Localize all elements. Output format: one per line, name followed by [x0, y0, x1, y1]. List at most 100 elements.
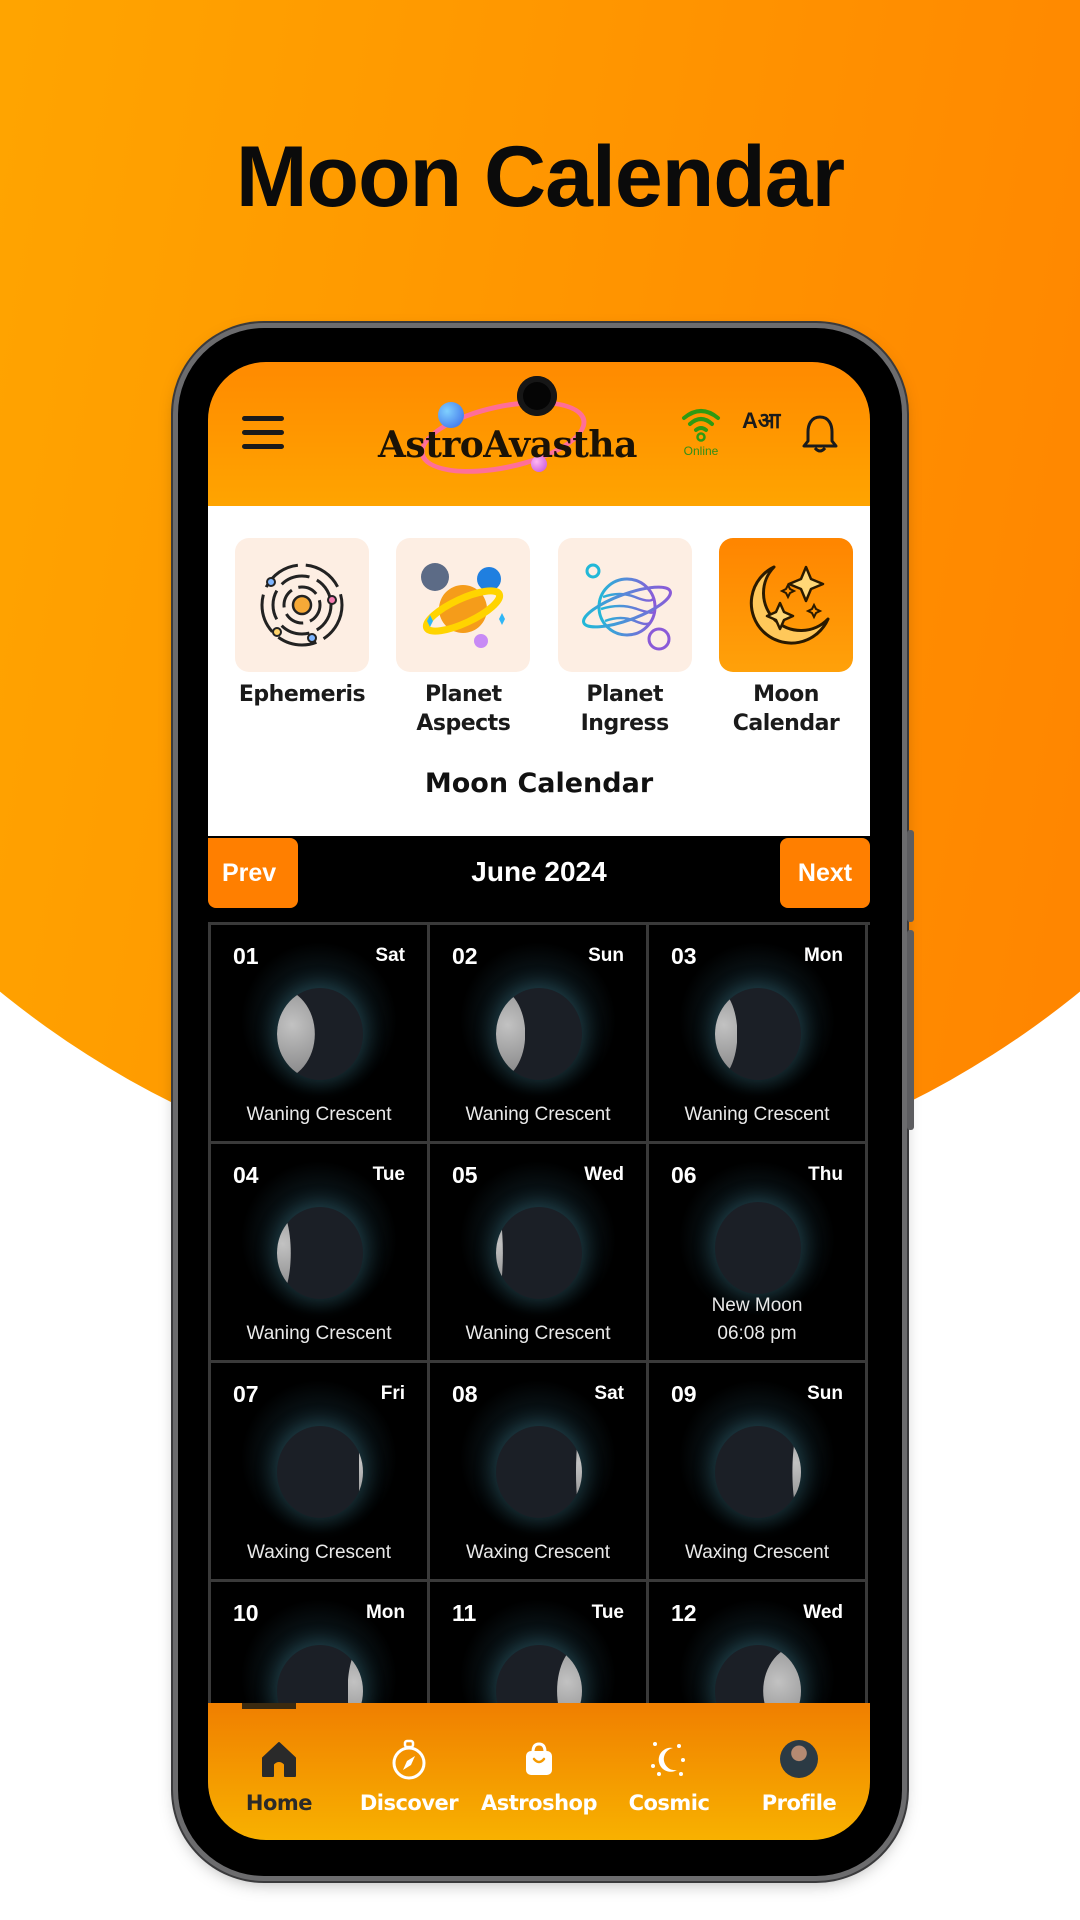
moon-lit-portion: [792, 1426, 801, 1518]
moon-lit-portion: [277, 988, 315, 1080]
moon-phase-label: Waning Crescent: [430, 1101, 646, 1129]
bell-icon: [802, 415, 838, 453]
moon-phase-icon: [496, 988, 582, 1080]
tab-home[interactable]: Home: [216, 1703, 342, 1815]
day-date: 07: [233, 1381, 259, 1407]
moon-lit-portion: [575, 1426, 582, 1518]
day-cell[interactable]: 05 Wed Waning Crescent: [430, 1144, 649, 1363]
category-tile: [396, 538, 531, 672]
tab-cosmic[interactable]: Cosmic: [606, 1703, 732, 1815]
day-weekday: Tue: [591, 1602, 624, 1623]
active-tab-indicator: [242, 1703, 296, 1709]
moon-phase-label: Waning Crescent: [211, 1320, 427, 1348]
tab-profile[interactable]: Profile: [736, 1703, 862, 1815]
solar-system-icon: [260, 563, 344, 647]
moon-lit-portion: [496, 1207, 503, 1299]
volume-button: [907, 830, 914, 922]
phase-name: Waning Crescent: [684, 1104, 830, 1125]
tab-discover[interactable]: Discover: [346, 1703, 472, 1815]
moon-phase-icon: [715, 1202, 801, 1294]
phase-name: New Moon: [711, 1295, 803, 1316]
day-cell[interactable]: 06 Thu New Moon 06:08 pm: [649, 1144, 868, 1363]
tab-label: Cosmic: [628, 1791, 710, 1815]
day-date: 10: [233, 1600, 259, 1626]
moon-phase-icon: [715, 1426, 801, 1518]
day-date: 06: [671, 1162, 697, 1188]
next-month-button[interactable]: Next: [780, 838, 870, 908]
tab-astroshop[interactable]: Astroshop: [476, 1703, 602, 1815]
day-date: 03: [671, 943, 697, 969]
moon-lit-portion: [358, 1426, 363, 1518]
menu-icon-bar: [242, 416, 284, 421]
category-section: Ephemeris Planet Aspects Planet Ingress …: [208, 506, 870, 836]
menu-icon-bar: [242, 444, 284, 449]
notification-button[interactable]: [798, 412, 842, 456]
phase-name: Waxing Crescent: [685, 1542, 829, 1563]
moon-phase-label: Waxing Crescent: [430, 1539, 646, 1567]
category-tile: [557, 538, 692, 672]
day-weekday: Wed: [803, 1602, 843, 1623]
app-header: AstroAvastha Online Aआ: [208, 362, 870, 506]
shopping-bag-icon: [526, 1742, 552, 1775]
moon-phase-label: Waning Crescent: [649, 1101, 865, 1129]
moon-calendar-grid: 01 Sat Waning Crescent 02 Sun Waning Crescent…: [208, 922, 870, 1801]
tab-label: Home: [245, 1791, 313, 1815]
day-cell[interactable]: 07 Fri Waxing Crescent: [211, 1363, 430, 1582]
day-weekday: Sun: [807, 1383, 843, 1404]
moon-phase-icon: [496, 1207, 582, 1299]
avatar-icon: [780, 1740, 818, 1778]
category-label: Moon Calendar: [732, 682, 840, 736]
front-camera: [517, 376, 557, 416]
moon-phase-icon: [277, 1426, 363, 1518]
phase-time: 06:08 pm: [717, 1323, 797, 1344]
moon-phase-label: Waning Crescent: [211, 1101, 427, 1129]
phase-name: Waning Crescent: [246, 1104, 392, 1125]
day-date: 12: [671, 1600, 697, 1626]
category-label: Planet Aspects: [416, 682, 511, 736]
day-cell[interactable]: 03 Mon Waning Crescent: [649, 925, 868, 1144]
day-date: 09: [671, 1381, 697, 1407]
phase-name: Waxing Crescent: [466, 1542, 610, 1563]
day-cell[interactable]: 02 Sun Waning Crescent: [430, 925, 649, 1144]
crescent-moon-stars-icon: [749, 565, 830, 645]
app-screen: AstroAvastha Online Aआ Ephemeris Planet …: [208, 362, 870, 1840]
phone-frame: AstroAvastha Online Aआ Ephemeris Planet …: [178, 328, 914, 1876]
day-weekday: Sun: [588, 945, 624, 966]
category-planet-aspects[interactable]: Planet Aspects: [395, 538, 531, 738]
moon-lit-portion: [277, 1207, 291, 1299]
day-date: 08: [452, 1381, 478, 1407]
category-planet-ingress[interactable]: Planet Ingress: [557, 538, 693, 738]
moon-stars-icon: [651, 1742, 685, 1776]
menu-button[interactable]: [242, 416, 284, 450]
moon-phase-label: Waxing Crescent: [211, 1539, 427, 1567]
phase-name: Waning Crescent: [246, 1323, 392, 1344]
phase-name: Waning Crescent: [465, 1104, 611, 1125]
app-name: AstroAvastha: [378, 424, 637, 466]
category-tile-active: [718, 538, 853, 672]
current-month: June 2024: [471, 856, 607, 887]
moon-phase-icon: [715, 988, 801, 1080]
day-date: 05: [452, 1162, 478, 1188]
day-cell[interactable]: 09 Sun Waxing Crescent: [649, 1363, 868, 1582]
promo-title: Moon Calendar: [235, 129, 845, 225]
moon-lit-portion: [496, 988, 526, 1080]
month-navigation: Prev June 2024 Next: [208, 836, 870, 922]
ringed-planet-icon: [581, 563, 672, 651]
day-weekday: Mon: [803, 945, 843, 966]
day-cell[interactable]: 08 Sat Waxing Crescent: [430, 1363, 649, 1582]
category-ephemeris[interactable]: Ephemeris: [234, 538, 370, 738]
day-weekday: Tue: [372, 1164, 405, 1185]
moon-phase-label: Waning Crescent: [430, 1320, 646, 1348]
section-title: Moon Calendar: [424, 768, 654, 799]
day-cell[interactable]: 04 Tue Waning Crescent: [211, 1144, 430, 1363]
tab-label: Astroshop: [481, 1791, 597, 1815]
category-moon-calendar[interactable]: Moon Calendar: [718, 538, 854, 738]
moon-phase-icon: [277, 1207, 363, 1299]
power-button: [907, 930, 914, 1130]
translate-icon[interactable]: Aआ: [742, 410, 782, 452]
tab-label: Profile: [761, 1791, 837, 1815]
app-logo[interactable]: AstroAvastha: [378, 387, 637, 487]
day-date: 04: [233, 1162, 259, 1188]
day-date: 01: [233, 943, 259, 969]
day-cell[interactable]: 01 Sat Waning Crescent: [211, 925, 430, 1144]
